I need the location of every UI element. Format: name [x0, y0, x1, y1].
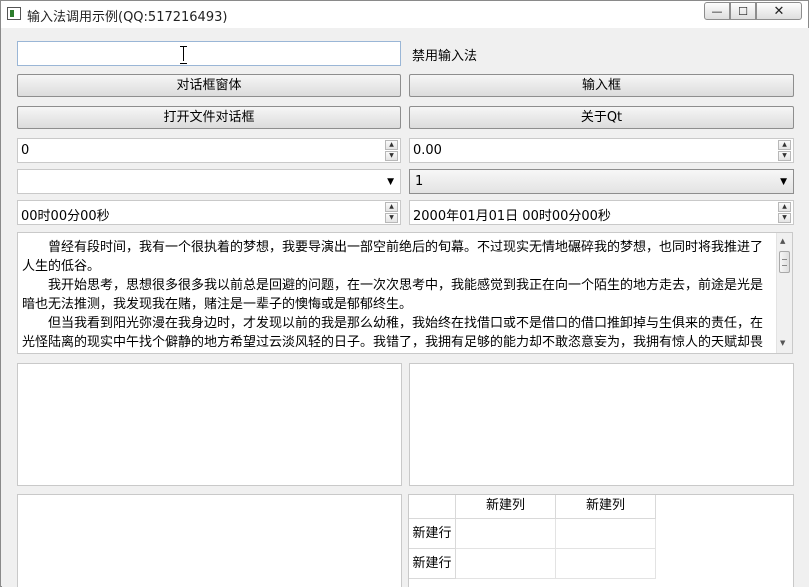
right-combobox-value: 1	[415, 174, 424, 189]
table-corner[interactable]	[409, 495, 456, 519]
row-header[interactable]: 新建行	[409, 549, 456, 579]
time-up-icon[interactable]: ▲	[385, 202, 398, 212]
time-down-icon[interactable]: ▼	[385, 213, 398, 223]
bottom-left-panel[interactable]	[17, 494, 402, 587]
vertical-scrollbar[interactable]: ▲ ▼	[776, 233, 792, 353]
left-combo-dropdown-icon: ▼	[387, 177, 394, 187]
int-spin-down-icon[interactable]: ▼	[385, 151, 398, 161]
close-button[interactable]: ✕	[756, 2, 802, 20]
dialog-form-button[interactable]: 对话框窗体	[17, 74, 401, 97]
input-box-button[interactable]: 输入框	[409, 74, 794, 97]
time-edit-value: 00时00分00秒	[21, 209, 110, 224]
text-edit[interactable]: 曾经有段时间，我有一个很执着的梦想，我要导演出一部空前绝后的旬幕。不过现实无情地…	[17, 232, 793, 354]
left-widget-panel[interactable]	[17, 363, 402, 486]
table-cell[interactable]	[556, 519, 656, 549]
minimize-button[interactable]: —	[704, 2, 730, 20]
left-combobox[interactable]: ▼	[17, 169, 401, 194]
minimize-icon: —	[711, 4, 723, 18]
disable-ime-label: 禁用输入法	[412, 49, 478, 64]
row-header[interactable]: 新建行	[409, 519, 456, 549]
paragraph: 但当我看到阳光弥漫在我身边时，才发现以前的我是那么幼稚，我始终在找借口或不是借口…	[22, 316, 764, 350]
table-cell[interactable]	[456, 519, 556, 549]
scroll-down-icon[interactable]: ▼	[780, 339, 785, 347]
title-bar[interactable]: 输入法调用示例(QQ:517216493) — ☐ ✕	[1, 1, 808, 28]
paragraph: 曾经有段时间，我有一个很执着的梦想，我要导演出一部空前绝后的旬幕。不过现实无情地…	[22, 240, 764, 274]
double-spin-up-icon[interactable]: ▲	[778, 140, 791, 150]
table-cell[interactable]	[556, 549, 656, 579]
open-file-dialog-button[interactable]: 打开文件对话框	[17, 106, 401, 129]
main-window: 输入法调用示例(QQ:517216493) — ☐ ✕ 禁用输入法 对话框窗体 …	[0, 0, 809, 587]
datetime-up-icon[interactable]: ▲	[778, 202, 791, 212]
app-icon	[7, 7, 21, 20]
table-cell[interactable]	[456, 549, 556, 579]
datetime-edit[interactable]: 2000年01月01日 00时00分00秒 ▲ ▼	[409, 200, 794, 225]
about-qt-button[interactable]: 关于Qt	[409, 106, 794, 129]
text-input[interactable]	[17, 41, 401, 66]
time-edit[interactable]: 00时00分00秒 ▲ ▼	[17, 200, 401, 225]
datetime-edit-value: 2000年01月01日 00时00分00秒	[413, 209, 611, 224]
double-spin-down-icon[interactable]: ▼	[778, 151, 791, 161]
maximize-button[interactable]: ☐	[730, 2, 756, 20]
int-spin-up-icon[interactable]: ▲	[385, 140, 398, 150]
double-spinbox-value: 0.00	[413, 143, 442, 158]
ibeam-cursor-icon	[180, 46, 187, 64]
right-combo-dropdown-icon: ▼	[780, 177, 787, 187]
maximize-icon: ☐	[738, 4, 748, 18]
close-icon: ✕	[773, 3, 785, 19]
datetime-down-icon[interactable]: ▼	[778, 213, 791, 223]
paragraph: 我开始思考，思想很多很多我以前总是回避的问题，在一次次思考中，我能感觉到我正在向…	[22, 278, 764, 312]
scroll-thumb[interactable]	[779, 251, 790, 273]
int-spinbox[interactable]: 0 ▲ ▼	[17, 138, 401, 163]
scroll-up-icon[interactable]: ▲	[780, 237, 785, 245]
table-widget[interactable]: 新建列 新建列 新建行 新建行	[408, 494, 794, 587]
right-widget-panel[interactable]	[409, 363, 794, 486]
client-area: 禁用输入法 对话框窗体 输入框 打开文件对话框 关于Qt 0 ▲ ▼ 0.00 …	[2, 28, 809, 587]
window-title: 输入法调用示例(QQ:517216493)	[27, 10, 228, 25]
double-spinbox[interactable]: 0.00 ▲ ▼	[409, 138, 794, 163]
right-combobox[interactable]: 1 ▼	[409, 169, 794, 194]
text-edit-content: 曾经有段时间，我有一个很执着的梦想，我要导演出一部空前绝后的旬幕。不过现实无情地…	[22, 238, 773, 353]
column-header[interactable]: 新建列	[456, 495, 556, 519]
int-spinbox-value: 0	[21, 143, 30, 158]
column-header[interactable]: 新建列	[556, 495, 656, 519]
